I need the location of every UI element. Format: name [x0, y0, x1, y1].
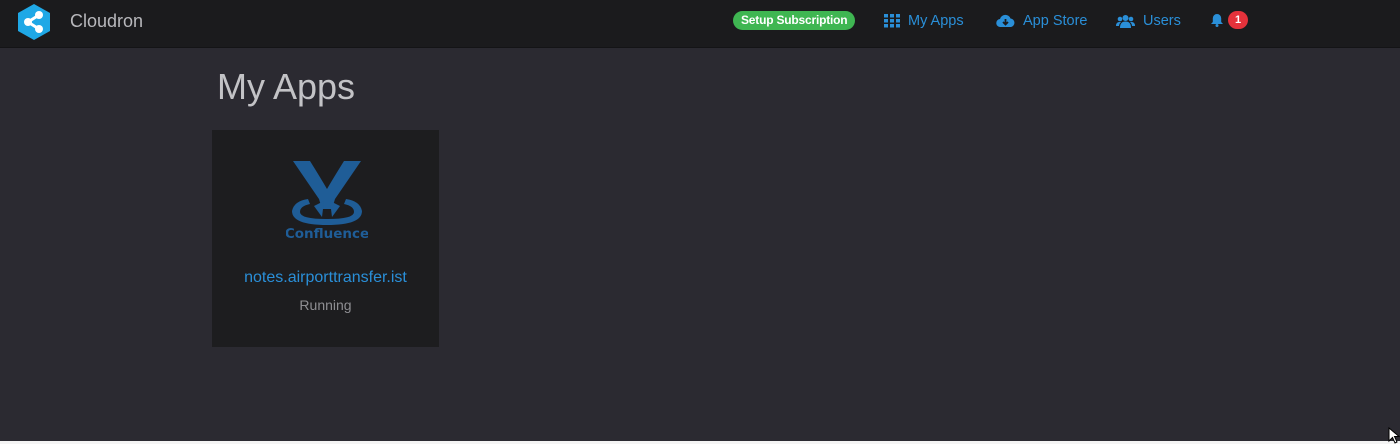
- cloudron-logo-icon[interactable]: [15, 3, 53, 41]
- app-card[interactable]: Confluence notes.airporttransfer.ist Run…: [212, 130, 439, 347]
- setup-subscription-button[interactable]: Setup Subscription: [733, 11, 856, 30]
- page-title: My Apps: [217, 66, 356, 107]
- nav-users[interactable]: Users: [1116, 11, 1181, 31]
- mouse-cursor-icon: [1388, 427, 1400, 444]
- app-domain-link[interactable]: notes.airporttransfer.ist: [212, 269, 439, 287]
- brand-name[interactable]: Cloudron: [70, 11, 143, 32]
- nav-app-store[interactable]: App Store: [996, 11, 1088, 31]
- grid-icon: [884, 14, 900, 28]
- cloud-download-icon: [996, 14, 1015, 28]
- users-icon: [1116, 15, 1135, 28]
- nav-users-label: Users: [1143, 13, 1181, 29]
- app-status: Running: [299, 297, 352, 313]
- notification-count-badge[interactable]: 1: [1228, 11, 1248, 29]
- nav-my-apps[interactable]: My Apps: [884, 11, 964, 31]
- nav-app-store-label: App Store: [1023, 13, 1088, 29]
- nav-my-apps-label: My Apps: [908, 13, 964, 29]
- confluence-logo-icon: Confluence: [286, 161, 368, 241]
- top-navbar: Cloudron Setup Subscription My Apps App …: [0, 0, 1400, 48]
- bell-icon[interactable]: [1210, 13, 1224, 27]
- confluence-logo-text: Confluence: [286, 226, 368, 241]
